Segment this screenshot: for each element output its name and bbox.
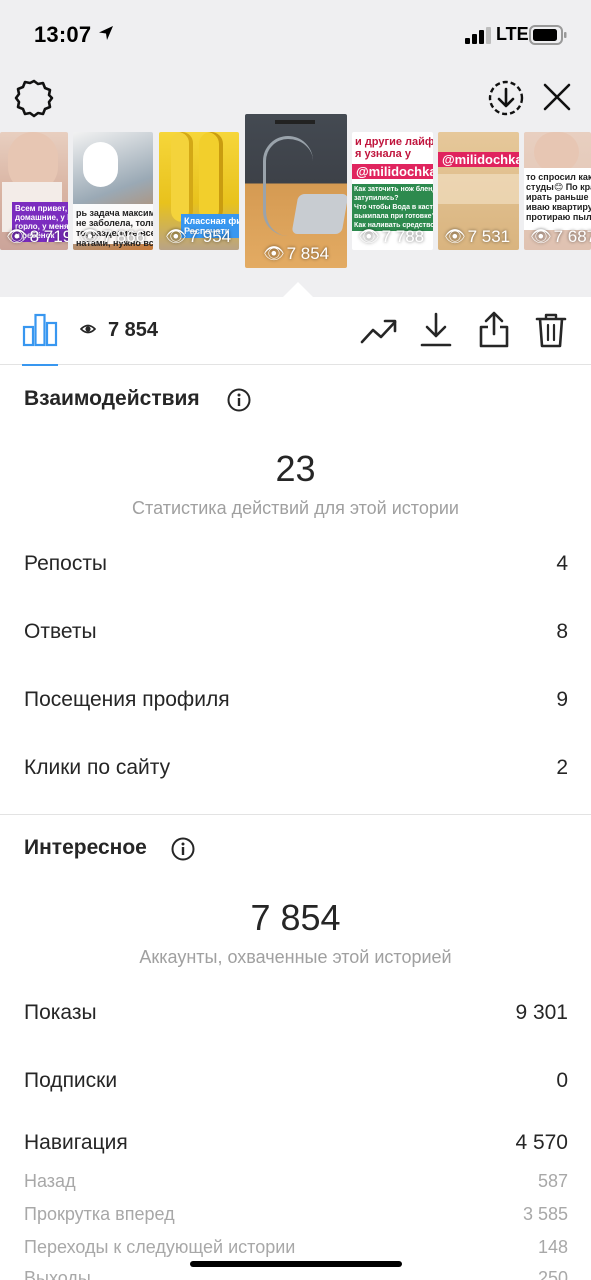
story-views-label: 👁 8 719: [6, 227, 68, 246]
interaction-row: Клики по сайту 2: [24, 756, 568, 786]
interaction-row: Репосты 4: [24, 552, 568, 582]
row-value: 9 301: [515, 1001, 568, 1024]
status-time: 13:07: [34, 22, 92, 47]
story-thumbnail-active[interactable]: 👁 7 854: [245, 114, 347, 268]
story-views-label: 👁 7 954: [165, 227, 232, 246]
story-views-label: 👁7 687: [530, 227, 591, 246]
download-icon[interactable]: [420, 312, 452, 348]
row-label: Клики по сайту: [24, 756, 171, 779]
row-value: 250: [537, 1268, 568, 1280]
interactions-total: 23: [275, 448, 316, 489]
row-label: Показы: [24, 1001, 97, 1024]
row-value: 587: [537, 1171, 568, 1191]
row-label: Навигация: [24, 1131, 128, 1154]
navigation-sub-row: Назад 587: [24, 1171, 568, 1201]
story-caption-list: Как заточить нож блендера, если затупили…: [352, 184, 433, 231]
row-value: 2: [556, 756, 568, 779]
home-indicator[interactable]: [190, 1261, 402, 1267]
views-total: 7 854: [108, 319, 159, 341]
discovery-row: Подписки 0: [24, 1069, 568, 1099]
discovery-caption: Аккаунты, охваченные этой историей: [139, 947, 452, 967]
story-caption-tag: @milidochka: [352, 164, 433, 179]
row-label: Назад: [24, 1171, 76, 1191]
section-divider: [0, 814, 591, 815]
discovery-row: Показы 9 301: [24, 1001, 568, 1031]
story-caption-text: и другие лайфх я узнала у: [355, 136, 433, 160]
story-caption-tag: @milidochka: [438, 152, 519, 167]
info-icon[interactable]: [227, 388, 251, 412]
save-circle-icon[interactable]: [486, 78, 526, 118]
signal-icon: [465, 27, 491, 44]
discovery-total: 7 854: [250, 897, 341, 938]
active-story-pointer: [283, 282, 313, 297]
row-label: Ответы: [24, 620, 97, 643]
row-label: Прокрутка вперед: [24, 1204, 175, 1224]
network-label: LTE: [496, 24, 529, 44]
trash-icon[interactable]: [535, 312, 567, 348]
discovery-title: Интересное: [24, 836, 147, 859]
navigation-sub-row: Выходы 250: [24, 1268, 568, 1280]
story-thumbnail[interactable]: то спросил как убер студы😊 По крайне ира…: [524, 132, 591, 250]
info-icon[interactable]: [171, 837, 195, 861]
row-label: Переходы к следующей истории: [24, 1237, 296, 1257]
story-thumbnail[interactable]: и другие лайфх я узнала у @milidochka Ка…: [352, 132, 433, 250]
active-tab-indicator: [22, 364, 58, 366]
story-thumbnail[interactable]: Всем привет, мы домашние, у Пла горло, у…: [0, 132, 68, 250]
row-value: 9: [556, 688, 568, 711]
story-thumbnail[interactable]: @milidochka 👁 7 531: [438, 132, 519, 250]
row-value: 3 585: [522, 1204, 568, 1224]
row-value: 4 570: [515, 1131, 568, 1154]
discovery-row: Навигация 4 570: [24, 1131, 568, 1161]
story-views-label: 👁 7 854: [263, 244, 330, 263]
story-caption-text: то спросил как убер студы😊 По крайне ира…: [526, 172, 591, 222]
story-views-label: 👁 7 788: [358, 227, 425, 246]
row-value: 148: [537, 1237, 568, 1257]
row-label: Выходы: [24, 1268, 91, 1280]
eye-icon: [80, 324, 96, 334]
row-value: 8: [556, 620, 568, 643]
share-icon[interactable]: [478, 310, 510, 348]
close-icon[interactable]: [540, 80, 574, 114]
location-arrow-icon: [99, 26, 113, 40]
gear-icon[interactable]: [14, 78, 54, 118]
story-thumbnail[interactable]: Классная фи Распечатк 👁7 954: [159, 132, 239, 250]
row-label: Подписки: [24, 1069, 118, 1092]
interactions-caption: Статистика действий для этой истории: [132, 498, 459, 518]
story-views-label: 👁 7 866: [79, 227, 146, 246]
navigation-sub-row: Прокрутка вперед 3 585: [24, 1204, 568, 1234]
interactions-title: Взаимодействия: [24, 387, 200, 410]
interaction-row: Посещения профиля 9: [24, 688, 568, 718]
row-value: 4: [556, 552, 568, 575]
interaction-row: Ответы 8: [24, 620, 568, 650]
status-bar: 13:07 LTE: [0, 0, 591, 70]
row-value: 0: [556, 1069, 568, 1092]
row-label: Репосты: [24, 552, 108, 575]
row-label: Посещения профиля: [24, 688, 230, 711]
battery-icon: [529, 25, 567, 45]
story-thumbnail[interactable]: рь задача максимум, не заболела, только …: [73, 132, 153, 250]
bar-chart-icon[interactable]: [22, 313, 58, 347]
story-views-label: 👁 7 531: [444, 227, 511, 246]
trend-icon[interactable]: [360, 316, 398, 346]
